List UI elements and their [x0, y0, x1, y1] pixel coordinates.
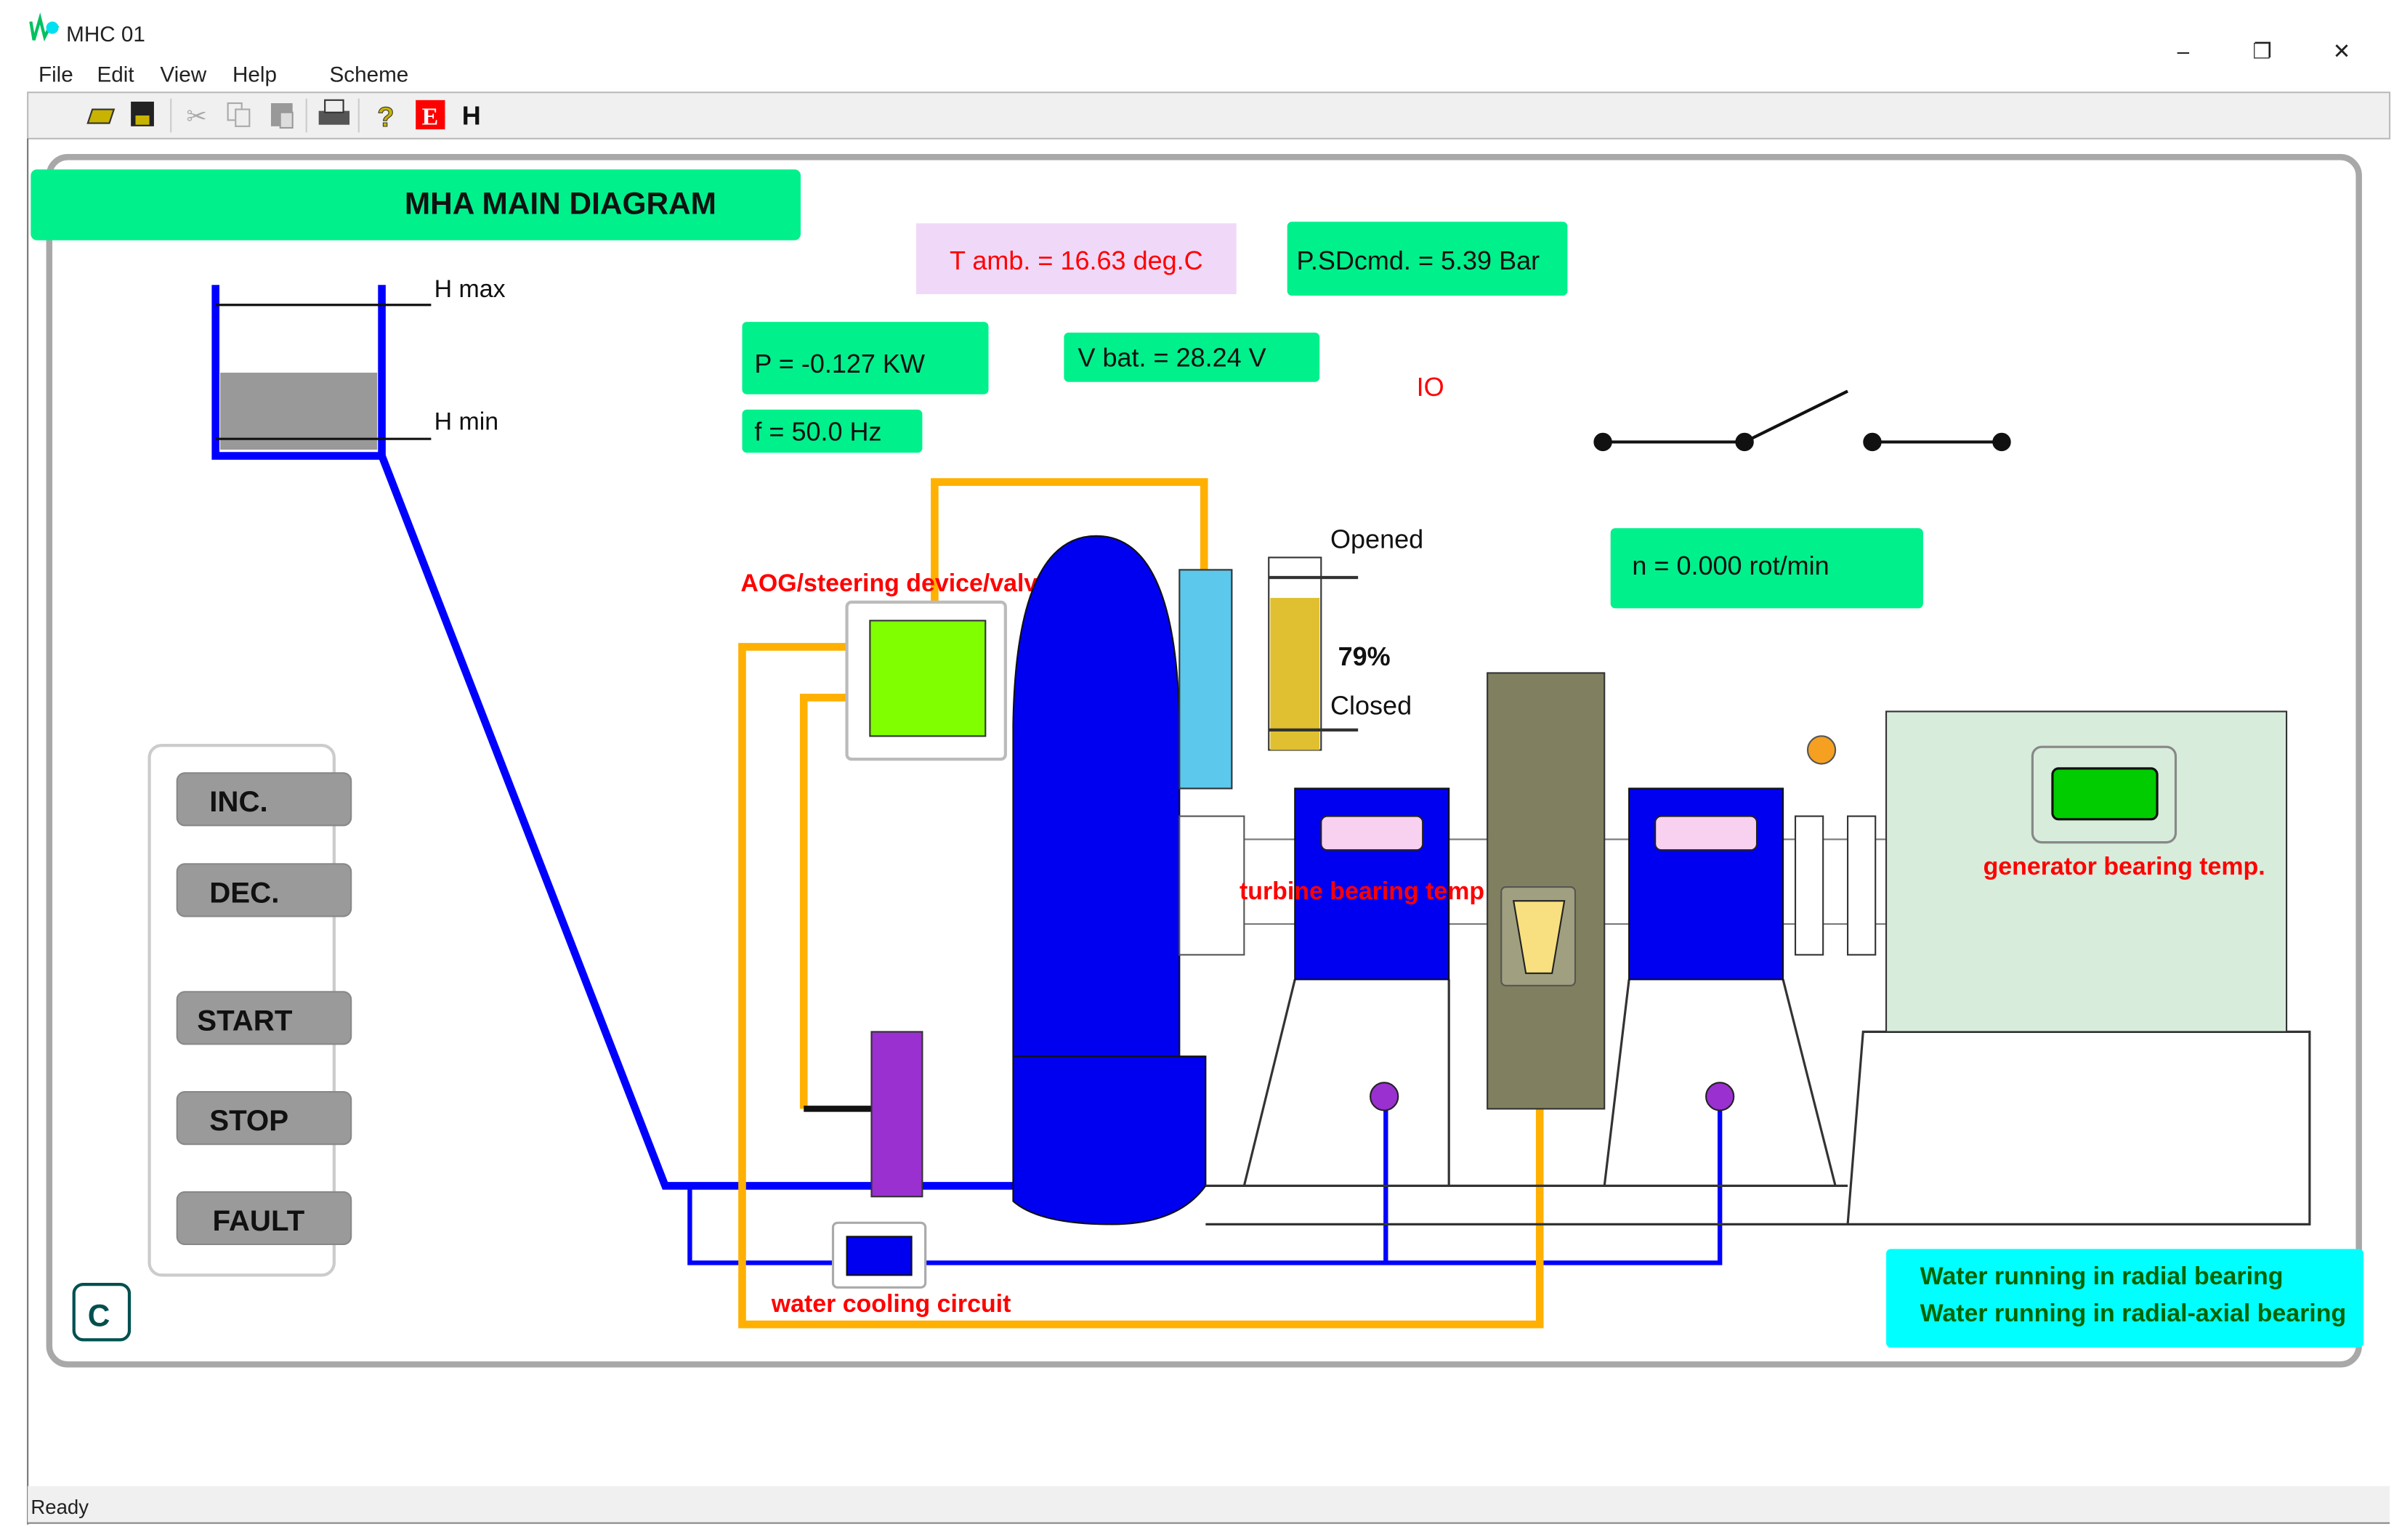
cut-icon[interactable]: ✂	[186, 103, 206, 131]
window-title: MHC 01	[66, 23, 145, 46]
water-cooling-label: water cooling circuit	[771, 1290, 1011, 1318]
paste-icon[interactable]	[270, 103, 294, 129]
status-bar	[28, 1486, 2390, 1523]
water-status-line: Water running in radial bearing	[1920, 1263, 2284, 1290]
valve-closed-label: Closed	[1330, 691, 1412, 721]
coupling-flange	[1847, 815, 1877, 956]
app-logo-icon	[29, 12, 60, 41]
freq-value: f = 50.0 Hz	[754, 416, 881, 446]
water-status-line: Water running in radial-axial bearing	[1920, 1300, 2346, 1327]
diagram-title: MHA MAIN DIAGRAM	[405, 187, 716, 221]
stop-button[interactable]: STOP	[176, 1091, 352, 1146]
status-text: Ready	[31, 1496, 89, 1518]
status-lamp	[1806, 735, 1837, 765]
h-max-label: H max	[434, 275, 506, 303]
menu-file[interactable]: File	[39, 62, 73, 86]
inc-button[interactable]: INC.	[176, 772, 352, 827]
c-button[interactable]: C	[72, 1282, 132, 1342]
close-button[interactable]: ✕	[2333, 40, 2351, 64]
coupling-flange	[1794, 815, 1824, 956]
cooling-pump[interactable]	[846, 1236, 913, 1276]
shaft-coupling	[1178, 815, 1245, 956]
turbine-bearing-temp-indicator[interactable]	[1320, 815, 1424, 851]
app-window: MHC 01 – ❐ ✕ File Edit View Help Scheme …	[27, 12, 2391, 1525]
generator-bearing-label: generator bearing temp.	[1984, 853, 2265, 880]
help-icon[interactable]: ?	[377, 101, 395, 133]
vbat-value: V bat. = 28.24 V	[1077, 343, 1266, 373]
power-value: P = -0.127 KW	[754, 349, 925, 378]
generator-bearing-temp-indicator[interactable]	[2051, 767, 2159, 821]
start-button-label: START	[197, 1004, 293, 1037]
c-button-label: C	[88, 1298, 110, 1332]
valve-percent: 79%	[1338, 641, 1391, 671]
t-amb-value: T amb. = 16.63 deg.C	[950, 246, 1203, 275]
save-icon[interactable]	[131, 101, 154, 126]
dec-button-label: DEC.	[209, 876, 279, 909]
io-indicator: IO	[1417, 372, 1444, 402]
svg-text:✂: ✂	[186, 103, 206, 131]
aog-valve[interactable]	[869, 620, 987, 737]
h-min-label: H min	[434, 408, 499, 435]
inc-button-label: INC.	[209, 785, 268, 818]
psd-cmd-value: P.SDcmd. = 5.39 Bar	[1297, 246, 1540, 275]
h-icon[interactable]: H	[462, 101, 481, 131]
fault-button[interactable]: FAULT	[176, 1191, 352, 1246]
menu-help[interactable]: Help	[232, 62, 277, 86]
dec-button[interactable]: DEC.	[176, 863, 352, 917]
surge-column	[1178, 569, 1233, 790]
speed-value: n = 0.000 rot/min	[1632, 551, 1829, 580]
aog-label: AOG/steering device/valve	[740, 570, 1051, 597]
generator-side-bearing-sensor	[1705, 1082, 1735, 1111]
restore-button[interactable]: ❐	[2252, 40, 2272, 64]
menu-scheme[interactable]: Scheme	[330, 62, 409, 86]
stop-button-label: STOP	[209, 1104, 288, 1137]
fault-button-label: FAULT	[212, 1204, 304, 1237]
turbine-bearing-sensor	[1370, 1082, 1399, 1111]
open-folder-icon[interactable]	[86, 108, 116, 124]
minimize-button[interactable]: –	[2177, 40, 2190, 64]
menu-view[interactable]: View	[160, 62, 206, 86]
radial-axial-bearing-temp-indicator[interactable]	[1654, 815, 1758, 851]
valve-opened-label: Opened	[1330, 524, 1423, 554]
turbine-bearing-label: turbine bearing temp	[1240, 878, 1484, 905]
start-button[interactable]: START	[176, 991, 352, 1045]
menu-edit[interactable]: Edit	[97, 62, 135, 86]
e-icon[interactable]: E	[422, 104, 439, 131]
servomotor	[870, 1031, 923, 1198]
